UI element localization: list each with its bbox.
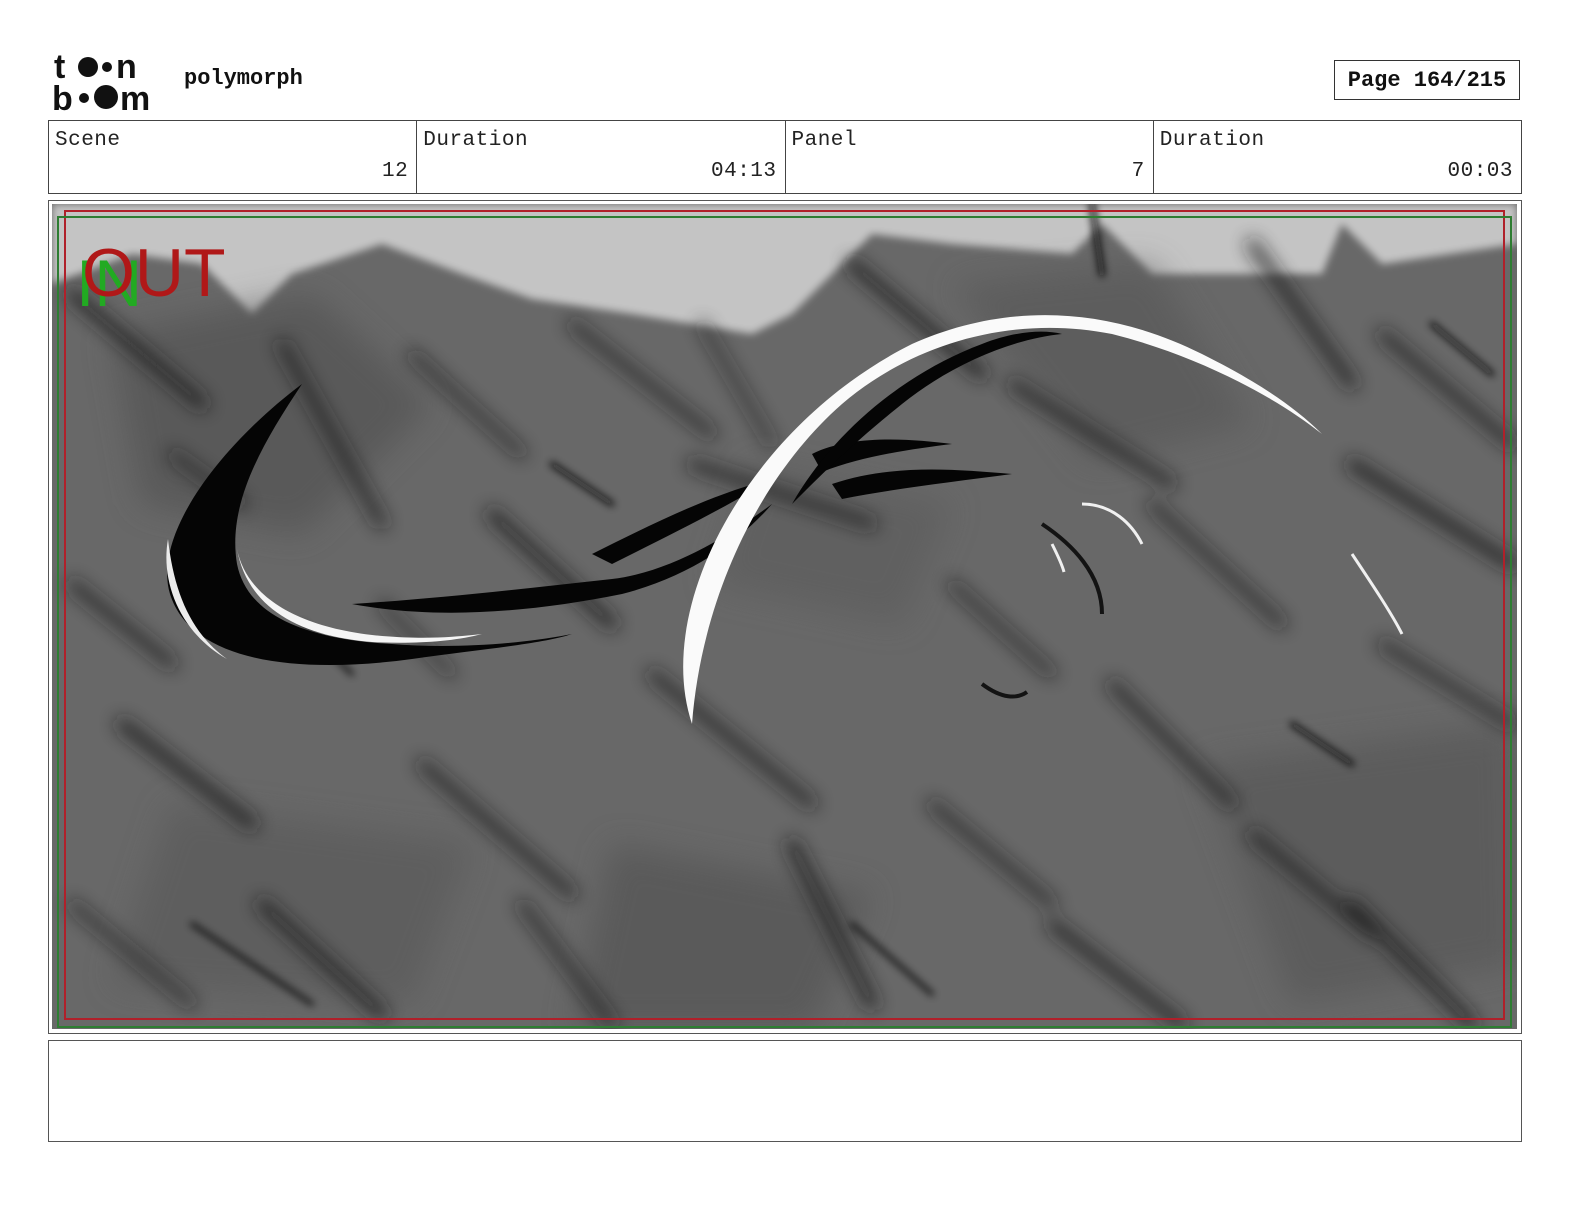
out-marker: OUT <box>82 235 226 311</box>
storyboard-panel: IN OUT <box>48 200 1522 1034</box>
scene-duration-cell: Duration 04:13 <box>417 121 786 193</box>
scene-value: 12 <box>382 160 409 183</box>
scene-duration-label: Duration <box>423 129 529 152</box>
panel-info-table: Scene 12 Duration 04:13 Panel 7 Duration… <box>48 120 1522 194</box>
panel-label: Panel <box>791 129 858 152</box>
panel-value: 7 <box>1131 160 1145 183</box>
svg-text:m: m <box>120 80 150 112</box>
page-indicator: Page 164/215 <box>1334 60 1520 100</box>
toonboom-logo: t n b m <box>52 50 150 112</box>
project-title: polymorph <box>184 66 303 91</box>
panel-artwork: IN OUT <box>52 204 1517 1029</box>
scene-cell: Scene 12 <box>49 121 418 193</box>
panel-duration-cell: Duration 00:03 <box>1154 121 1521 193</box>
svg-text:b: b <box>52 80 73 112</box>
scene-label: Scene <box>55 129 121 152</box>
panel-notes-box <box>48 1040 1522 1142</box>
panel-duration-label: Duration <box>1159 129 1265 152</box>
panel-duration-value: 00:03 <box>1447 160 1513 183</box>
scene-duration-value: 04:13 <box>710 160 777 183</box>
panel-cell: Panel 7 <box>786 121 1154 193</box>
